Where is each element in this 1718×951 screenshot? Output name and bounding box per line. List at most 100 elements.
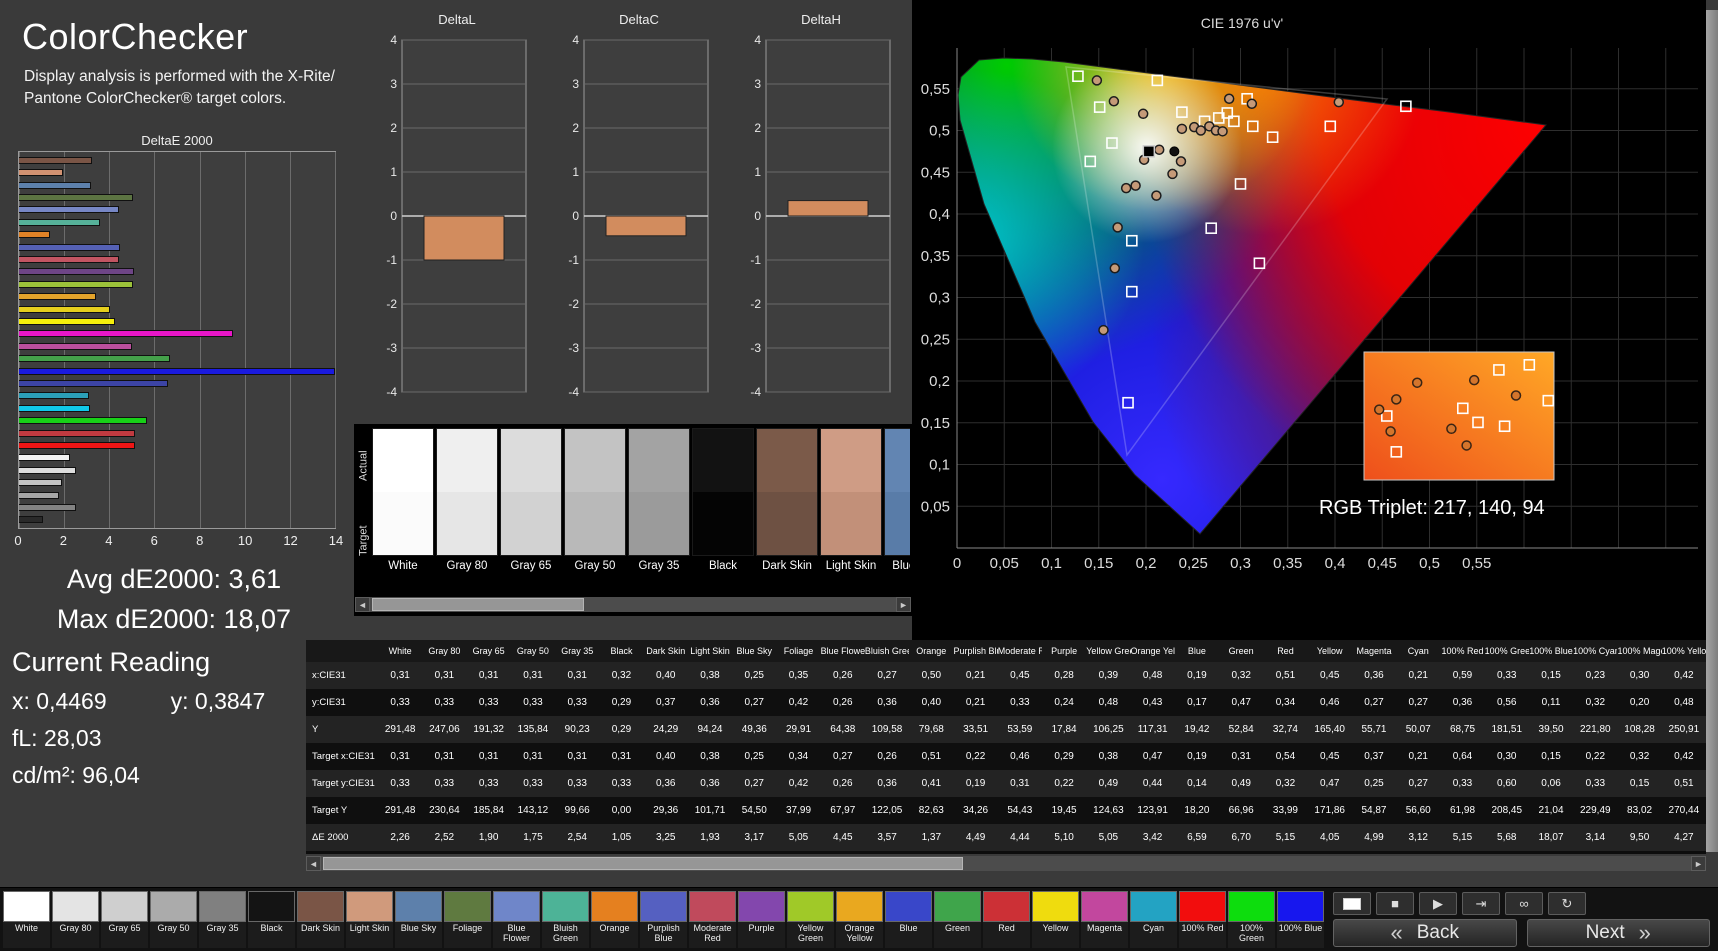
svg-text:0: 0: [754, 209, 761, 223]
scrollbar-thumb[interactable]: [372, 598, 584, 611]
column-header: Gray 65: [466, 640, 511, 662]
patch-name: Gray 35: [206, 923, 239, 933]
column-header: 100% Blue: [1528, 640, 1574, 662]
table-cell: 19,45: [1041, 797, 1087, 824]
table-cell: 0,33: [1573, 770, 1618, 797]
table-cell: 0,27: [1396, 689, 1441, 716]
row-label: Target y:CIE31: [306, 770, 378, 797]
toolbar-patch-light-skin[interactable]: Light Skin: [346, 891, 393, 948]
table-cell: 1,90: [466, 824, 511, 851]
table-cell: 0,35: [776, 662, 821, 689]
deltae-bar-blue-flower: [19, 206, 120, 214]
table-cell: 0,36: [687, 689, 733, 716]
toolbar-patch-orange[interactable]: Orange: [591, 891, 638, 948]
toolbar-patch-orange-yellow[interactable]: Orange Yellow: [836, 891, 883, 948]
toolbar-patch-gray-65[interactable]: Gray 65: [101, 891, 148, 948]
patch-swatch: [52, 891, 99, 922]
deltah-chart: DeltaH 4 3 2 1 0 -1 -2 -3 -4: [746, 12, 896, 412]
target-swatch: [565, 492, 625, 555]
toolbar-patch-blue-flower[interactable]: Blue Flower: [493, 891, 540, 948]
toolbar-patch-foliage[interactable]: Foliage: [444, 891, 491, 948]
stop-button[interactable]: ■: [1376, 892, 1414, 915]
row-label: Y: [306, 716, 378, 743]
svg-text:0: 0: [572, 209, 579, 223]
x-tick-label: 10: [237, 533, 253, 548]
loop-button[interactable]: ∞: [1505, 892, 1543, 915]
toolbar-patch-100-green[interactable]: 100% Green: [1228, 891, 1275, 948]
deltae-bar-bluish-green: [19, 218, 100, 226]
patch-swatch: [1179, 891, 1226, 922]
step-button[interactable]: ⇥: [1462, 892, 1500, 915]
table-cell: 0,59: [1440, 662, 1485, 689]
svg-text:1: 1: [572, 165, 579, 179]
table-cell: 270,44: [1661, 797, 1706, 824]
next-button[interactable]: Next »: [1526, 919, 1710, 947]
swatch-strip-scrollbar[interactable]: ◄ ►: [355, 597, 911, 612]
toolbar-patch-green[interactable]: Green: [934, 891, 981, 948]
toolbar-patch-blue-sky[interactable]: Blue Sky: [395, 891, 442, 948]
table-cell: 0,21: [953, 662, 998, 689]
patch-name: 100% Blue: [1278, 923, 1323, 933]
toolbar-patch-dark-skin[interactable]: Dark Skin: [297, 891, 344, 948]
deltae-bar-yellow: [19, 305, 111, 313]
play-button[interactable]: ▶: [1419, 892, 1457, 915]
scroll-left-arrow-icon[interactable]: ◄: [355, 597, 370, 612]
toolbar-patch-white[interactable]: White: [3, 891, 50, 948]
table-cell: 3,14: [1573, 824, 1618, 851]
patch-swatch: [150, 891, 197, 922]
toolbar-patch-gray-80[interactable]: Gray 80: [52, 891, 99, 948]
svg-text:-1: -1: [386, 253, 397, 267]
pattern-window-button[interactable]: [1333, 892, 1371, 915]
patch-swatch: [297, 891, 344, 922]
deltae-bar-purple: [19, 268, 135, 276]
toolbar-patch-purple[interactable]: Purple: [738, 891, 785, 948]
table-scrollbar-thumb[interactable]: [323, 857, 963, 870]
cie-selected-target-marker: [1142, 145, 1156, 158]
toolbar-patch-cyan[interactable]: Cyan: [1130, 891, 1177, 948]
table-scroll-right-arrow-icon[interactable]: ►: [1691, 856, 1706, 871]
table-cell: 9,50: [1617, 824, 1662, 851]
toolbar-patch-magenta[interactable]: Magenta: [1081, 891, 1128, 948]
deltae-bar-gray-35: [19, 504, 77, 512]
table-cell: 39,50: [1528, 716, 1574, 743]
back-button[interactable]: « Back: [1333, 919, 1517, 947]
deltae2000-chart: [18, 151, 336, 529]
reading-x-value: x: 0,4469: [12, 688, 107, 714]
window-right-scrollbar[interactable]: [1706, 10, 1718, 852]
toolbar-patch-bluish-green[interactable]: Bluish Green: [542, 891, 589, 948]
scroll-right-arrow-icon[interactable]: ►: [896, 597, 911, 612]
table-row-target-y: Target Y 291,48 230,64 185,84 143,12 99,66 0,0…: [306, 797, 1706, 824]
strip-patch-gray-50: Gray 50: [564, 428, 626, 580]
svg-text:-2: -2: [750, 297, 761, 311]
table-cell: 135,84: [510, 716, 556, 743]
toolbar-patch-black[interactable]: Black: [248, 891, 295, 948]
table-scroll-left-arrow-icon[interactable]: ◄: [306, 856, 321, 871]
patch-swatch: [199, 891, 246, 922]
refresh-button[interactable]: ↻: [1548, 892, 1586, 915]
toolbar-patch-100-red[interactable]: 100% Red: [1179, 891, 1226, 948]
toolbar-patch-blue[interactable]: Blue: [885, 891, 932, 948]
table-cell: 79,68: [909, 716, 954, 743]
table-cell: 6,70: [1219, 824, 1264, 851]
table-cell: 106,25: [1086, 716, 1131, 743]
table-scrollbar[interactable]: ◄ ►: [306, 856, 1706, 871]
toolbar-patch-red[interactable]: Red: [983, 891, 1030, 948]
table-cell: 90,23: [555, 716, 600, 743]
svg-text:3: 3: [572, 77, 579, 91]
toolbar-patch-purplish-blue[interactable]: Purplish Blue: [640, 891, 687, 948]
table-cell: 4,49: [953, 824, 998, 851]
toolbar-patch-100-blue[interactable]: 100% Blue: [1277, 891, 1324, 948]
table-cell: 0,15: [1528, 662, 1574, 689]
table-cell: 0,00: [599, 797, 644, 824]
toolbar-patch-yellow[interactable]: Yellow: [1032, 891, 1079, 948]
toolbar-patch-moderate-red[interactable]: Moderate Red: [689, 891, 736, 948]
toolbar-patch-yellow-green[interactable]: Yellow Green: [787, 891, 834, 948]
table-cell: 0,54: [1263, 743, 1308, 770]
patch-label: Gray 50: [574, 560, 616, 572]
actual-swatch: [565, 429, 625, 492]
x-tick-label: 8: [196, 533, 204, 548]
toolbar-patch-gray-35[interactable]: Gray 35: [199, 891, 246, 948]
deltae-bar-purplish-blue: [19, 243, 121, 251]
toolbar-patch-gray-50[interactable]: Gray 50: [150, 891, 197, 948]
strip-patch-dark-skin: Dark Skin: [756, 428, 818, 580]
